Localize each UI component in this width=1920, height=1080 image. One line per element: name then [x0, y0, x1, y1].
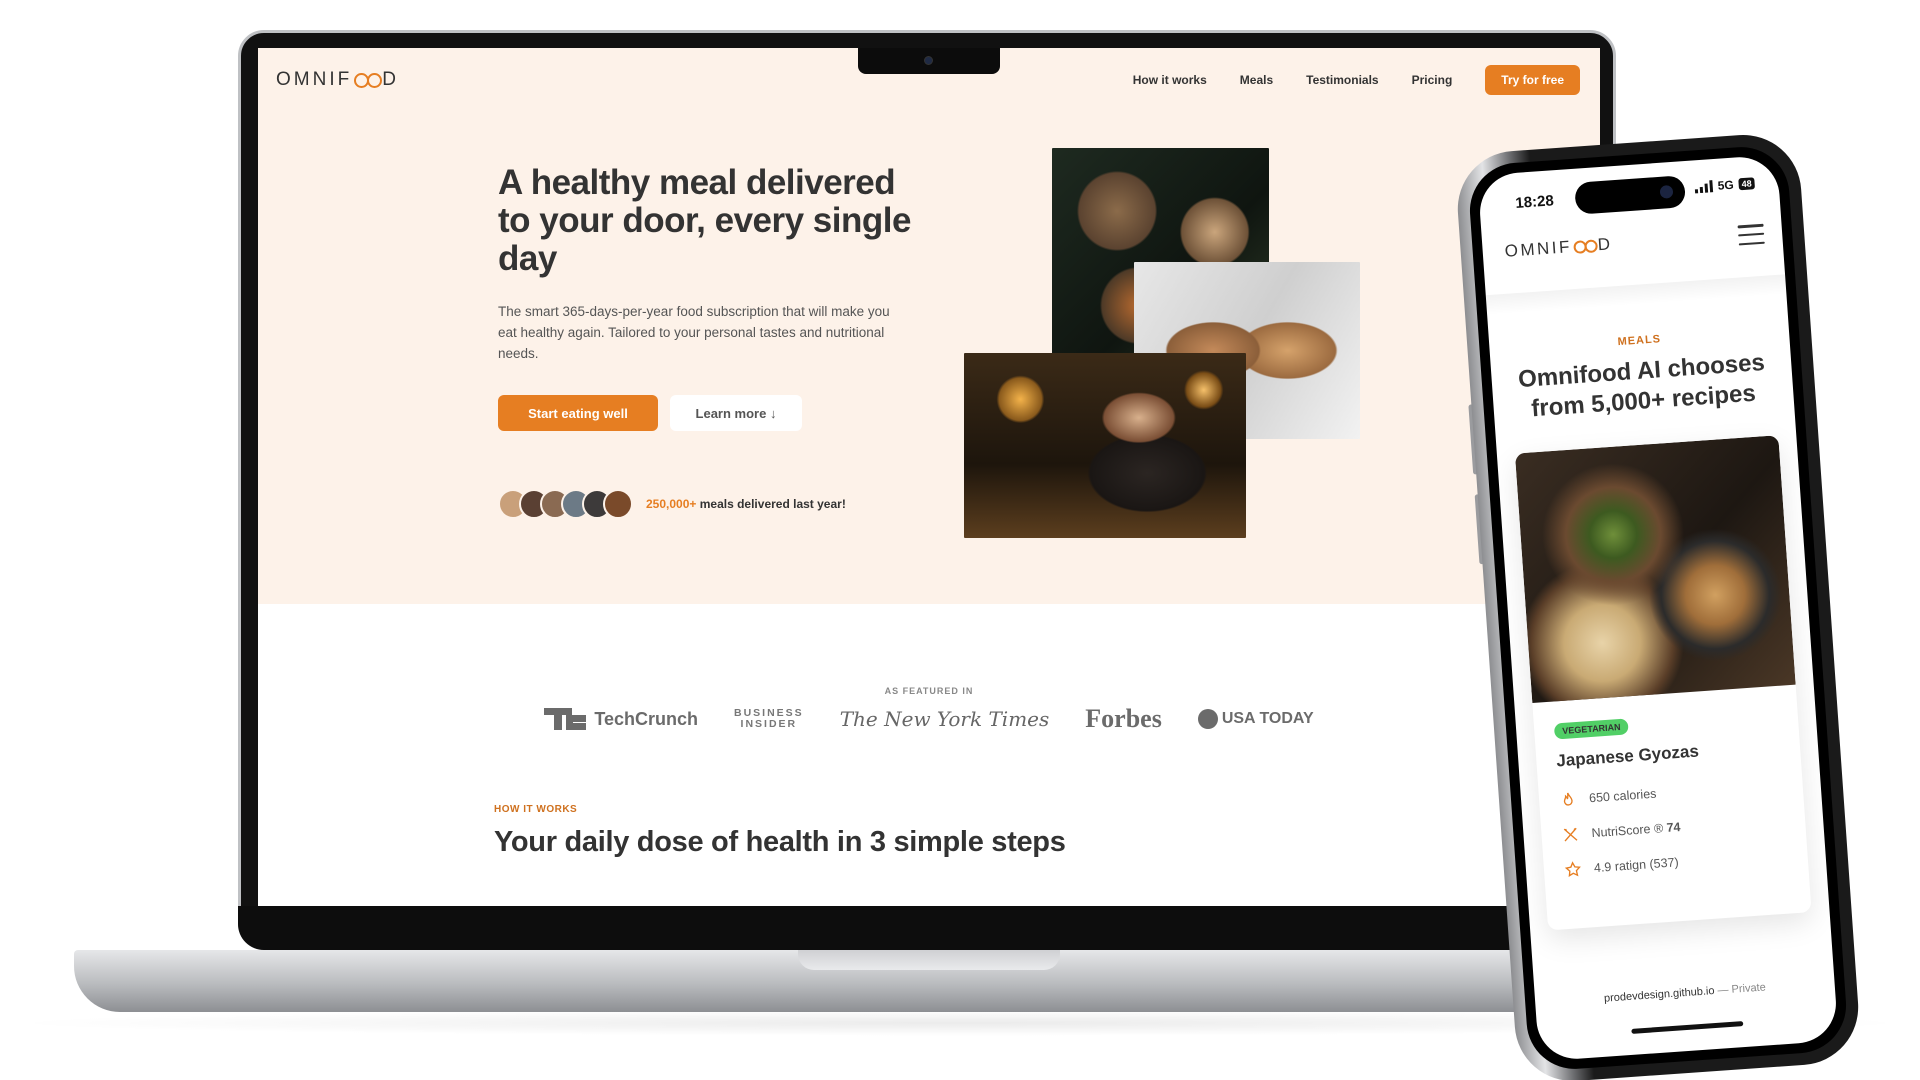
- learn-more-button[interactable]: Learn more ↓: [670, 395, 802, 431]
- nav-link-how-it-works[interactable]: How it works: [1133, 73, 1207, 87]
- logo-infinity-icon: [1573, 238, 1599, 254]
- meal-attribute-calories: 650 calories: [1559, 785, 1657, 810]
- rating-count: (537): [1648, 855, 1680, 872]
- hero-description: The smart 365-days-per-year food subscri…: [498, 304, 890, 361]
- start-eating-well-button[interactable]: Start eating well: [498, 395, 658, 431]
- techcrunch-wordmark: TechCrunch: [594, 708, 698, 729]
- phone-device: 18:28 5G 48 OMNIF D MEALS Omnifood AI ch…: [1453, 131, 1863, 1080]
- business-insider-line2: INSIDER: [740, 718, 798, 730]
- url-private-suffix: — Private: [1717, 981, 1767, 997]
- battery-icon: 48: [1738, 177, 1756, 191]
- techcrunch-logo: TechCrunch: [544, 708, 698, 730]
- delivered-count: 250,000+: [646, 497, 697, 511]
- star-icon: [1564, 861, 1581, 878]
- featured-label: AS FEATURED IN: [884, 686, 974, 696]
- status-icons: 5G 48: [1694, 176, 1756, 194]
- browser-url-bar[interactable]: prodevdesign.github.io — Private: [1535, 977, 1835, 1010]
- laptop-base-notch: [798, 950, 1060, 970]
- hero-photo-woman-eating: [964, 353, 1246, 538]
- usatoday-logo: USA TODAY: [1197, 709, 1314, 729]
- meal-attribute-rating: 4.9 ratign (537): [1563, 853, 1679, 879]
- techcrunch-mark-icon: [544, 708, 587, 730]
- nutriscore-label: NutriScore ®: [1591, 821, 1664, 841]
- nav-link-meals[interactable]: Meals: [1240, 73, 1273, 87]
- nav-link-testimonials[interactable]: Testimonials: [1306, 73, 1378, 87]
- home-indicator[interactable]: [1631, 1021, 1744, 1034]
- hamburger-menu-icon[interactable]: [1737, 223, 1765, 246]
- rating-value: 4.9 ratign: [1593, 857, 1647, 876]
- vegetarian-tag: VEGETARIAN: [1553, 718, 1630, 740]
- nav-link-pricing[interactable]: Pricing: [1412, 73, 1453, 87]
- meal-card[interactable]: VEGETARIAN Japanese Gyozas 650 calories …: [1514, 435, 1812, 931]
- usatoday-wordmark: USA TODAY: [1221, 710, 1314, 727]
- hero-title: A healthy meal delivered to your door, e…: [498, 163, 911, 278]
- forbes-logo: Forbes: [1085, 704, 1162, 733]
- meal-image: [1514, 435, 1796, 703]
- delivered-text: 250,000+ meals delivered last year!: [646, 497, 846, 511]
- delivered-caption: meals delivered last year!: [699, 497, 846, 511]
- logo-infinity-icon: [354, 72, 383, 88]
- status-time: 18:28: [1514, 192, 1555, 212]
- signal-icon: [1694, 180, 1714, 194]
- laptop-screen: OMNIF D How it works Meals Testimonials …: [258, 48, 1600, 906]
- logo-text-start: OMNIF: [1504, 237, 1573, 261]
- dynamic-island: [1574, 175, 1687, 215]
- try-for-free-button[interactable]: Try for free: [1485, 65, 1580, 95]
- how-it-works-title: Your daily dose of health in 3 simple st…: [494, 826, 1066, 858]
- meals-title: Omnifood AI chooses from 5,000+ recipes: [1517, 348, 1766, 423]
- meal-name: Japanese Gyozas: [1555, 741, 1700, 771]
- usatoday-dot-icon: [1197, 709, 1218, 729]
- logo-text-end: D: [382, 69, 399, 90]
- customer-avatars: [498, 489, 633, 519]
- flame-icon: [1563, 792, 1573, 806]
- logo-text-end: D: [1597, 234, 1614, 255]
- url-text: prodevdesign.github.io: [1603, 985, 1715, 1005]
- camera-icon: [924, 56, 933, 65]
- omnifood-logo[interactable]: OMNIF D: [1504, 234, 1613, 261]
- delivered-stats: 250,000+ meals delivered last year!: [498, 486, 846, 522]
- nyt-logo: The New York Times: [839, 707, 1050, 731]
- main-nav: How it works Meals Testimonials Pricing …: [1133, 65, 1580, 95]
- network-type: 5G: [1717, 177, 1735, 193]
- utensils-icon: [1563, 827, 1578, 842]
- nutriscore-value: 74: [1666, 819, 1681, 835]
- rating-text: 4.9 ratign (537): [1593, 855, 1679, 875]
- calories-text: 650 calories: [1588, 786, 1657, 806]
- avatar: [603, 489, 633, 519]
- meal-attribute-nutriscore: NutriScore ® 74: [1561, 818, 1681, 844]
- logo-text-start: OMNIF: [276, 69, 353, 90]
- device-mockup-scene: OMNIF D How it works Meals Testimonials …: [0, 0, 1920, 1080]
- how-it-works-label: HOW IT WORKS: [494, 804, 578, 815]
- laptop-bottom-bezel: [238, 906, 1616, 950]
- omnifood-logo[interactable]: OMNIF D: [276, 69, 399, 91]
- phone-screen: 18:28 5G 48 OMNIF D MEALS Omnifood AI ch…: [1477, 154, 1839, 1062]
- camera-icon: [1659, 184, 1674, 199]
- laptop-notch: [858, 48, 1000, 74]
- phone-site-header: OMNIF D: [1504, 223, 1765, 262]
- featured-section: AS FEATURED IN TechCrunch BUSINESS INSID…: [258, 604, 1600, 906]
- header-shadow: [1485, 274, 1787, 316]
- nutriscore-text: NutriScore ® 74: [1591, 820, 1681, 840]
- featured-logos: TechCrunch BUSINESS INSIDER The New York…: [258, 704, 1600, 734]
- business-insider-logo: BUSINESS INSIDER: [734, 708, 804, 730]
